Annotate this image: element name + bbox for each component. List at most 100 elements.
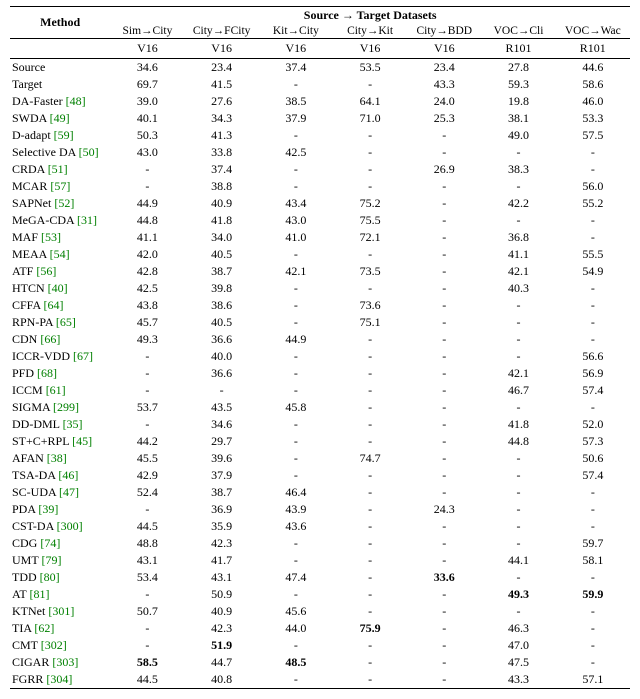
value-cell: 57.4 bbox=[556, 467, 630, 484]
table-row: Target69.741.5--43.359.358.6 bbox=[10, 76, 630, 93]
value-cell: 37.4 bbox=[259, 59, 333, 77]
value-cell: 46.7 bbox=[481, 382, 555, 399]
method-cell: ICCR-VDD [67] bbox=[10, 348, 110, 365]
table-row: SIGMA [299]53.743.545.8---- bbox=[10, 399, 630, 416]
citation: [39] bbox=[38, 502, 58, 516]
method-name: D-adapt bbox=[12, 128, 51, 142]
value-cell: 46.0 bbox=[556, 93, 630, 110]
value-cell: - bbox=[333, 535, 407, 552]
col-header: City→FCity bbox=[185, 24, 259, 39]
value-cell: - bbox=[259, 246, 333, 263]
value-cell: 19.8 bbox=[481, 93, 555, 110]
table-row: Source34.623.437.453.523.427.844.6 bbox=[10, 59, 630, 77]
method-cell: AT [81] bbox=[10, 586, 110, 603]
value-cell: 27.6 bbox=[185, 93, 259, 110]
value-cell: 37.9 bbox=[185, 467, 259, 484]
value-cell: 45.6 bbox=[259, 603, 333, 620]
arch-blank bbox=[10, 39, 110, 59]
value-cell: 42.0 bbox=[110, 246, 184, 263]
value-cell: 56.9 bbox=[556, 365, 630, 382]
value-cell: 44.5 bbox=[110, 518, 184, 535]
method-cell: ST+C+RPL [45] bbox=[10, 433, 110, 450]
col-header: VOC→Wac bbox=[556, 24, 630, 39]
value-cell: 53.5 bbox=[333, 59, 407, 77]
value-cell: 43.9 bbox=[259, 501, 333, 518]
value-cell: - bbox=[481, 518, 555, 535]
value-cell: 36.6 bbox=[185, 365, 259, 382]
value-cell: - bbox=[110, 178, 184, 195]
value-cell: - bbox=[333, 161, 407, 178]
value-cell: 42.5 bbox=[259, 144, 333, 161]
value-cell: - bbox=[556, 331, 630, 348]
value-cell: 51.9 bbox=[185, 637, 259, 654]
value-cell: 24.3 bbox=[407, 501, 481, 518]
value-cell: 44.6 bbox=[556, 59, 630, 77]
arch-cell: V16 bbox=[407, 39, 481, 59]
value-cell: 59.9 bbox=[556, 586, 630, 603]
method-cell: RPN-PA [65] bbox=[10, 314, 110, 331]
citation: [79] bbox=[41, 553, 61, 567]
value-cell: 48.8 bbox=[110, 535, 184, 552]
value-cell: - bbox=[259, 314, 333, 331]
value-cell: - bbox=[481, 348, 555, 365]
value-cell: 40.8 bbox=[185, 671, 259, 689]
table-row: MAF [53]41.134.041.072.1-36.8- bbox=[10, 229, 630, 246]
value-cell: 43.3 bbox=[481, 671, 555, 689]
value-cell: - bbox=[407, 552, 481, 569]
value-cell: 42.9 bbox=[110, 467, 184, 484]
value-cell: - bbox=[407, 246, 481, 263]
value-cell: 54.9 bbox=[556, 263, 630, 280]
arch-cell: V16 bbox=[185, 39, 259, 59]
value-cell: 42.1 bbox=[481, 263, 555, 280]
value-cell: 40.9 bbox=[185, 603, 259, 620]
value-cell: 64.1 bbox=[333, 93, 407, 110]
method-cell: CDG [74] bbox=[10, 535, 110, 552]
method-cell: Source bbox=[10, 59, 110, 77]
value-cell: - bbox=[556, 654, 630, 671]
method-name: UMT bbox=[12, 553, 38, 567]
table-row: MEAA [54]42.040.5---41.155.5 bbox=[10, 246, 630, 263]
method-name: Selective DA bbox=[12, 145, 76, 159]
method-name: AFAN bbox=[12, 451, 44, 465]
value-cell: - bbox=[110, 382, 184, 399]
citation: [50] bbox=[79, 145, 99, 159]
value-cell: 23.4 bbox=[185, 59, 259, 77]
table-row: MeGA-CDA [31]44.841.843.075.5--- bbox=[10, 212, 630, 229]
value-cell: - bbox=[259, 552, 333, 569]
value-cell: - bbox=[333, 331, 407, 348]
table-row: HTCN [40]42.539.8---40.3- bbox=[10, 280, 630, 297]
method-name: SC-UDA bbox=[12, 485, 56, 499]
value-cell: 40.1 bbox=[110, 110, 184, 127]
value-cell: 75.1 bbox=[333, 314, 407, 331]
value-cell: - bbox=[259, 348, 333, 365]
method-name: CDG bbox=[12, 536, 37, 550]
value-cell: 43.1 bbox=[185, 569, 259, 586]
value-cell: - bbox=[556, 620, 630, 637]
method-cell: CMT [302] bbox=[10, 637, 110, 654]
value-cell: - bbox=[333, 144, 407, 161]
method-name: TDD bbox=[12, 570, 37, 584]
col-header: Kit→City bbox=[259, 24, 333, 39]
arch-cell: R101 bbox=[481, 39, 555, 59]
method-cell: DA-Faster [48] bbox=[10, 93, 110, 110]
table-row: KTNet [301]50.740.945.6---- bbox=[10, 603, 630, 620]
arch-cell: R101 bbox=[556, 39, 630, 59]
citation: [51] bbox=[48, 162, 68, 176]
value-cell: 75.5 bbox=[333, 212, 407, 229]
value-cell: - bbox=[259, 671, 333, 689]
value-cell: 41.1 bbox=[110, 229, 184, 246]
value-cell: 43.5 bbox=[185, 399, 259, 416]
value-cell: 69.7 bbox=[110, 76, 184, 93]
value-cell: 44.8 bbox=[110, 212, 184, 229]
citation: [74] bbox=[40, 536, 60, 550]
value-cell: - bbox=[110, 637, 184, 654]
value-cell: - bbox=[556, 144, 630, 161]
value-cell: 49.3 bbox=[481, 586, 555, 603]
citation: [66] bbox=[40, 332, 60, 346]
value-cell: - bbox=[556, 603, 630, 620]
value-cell: - bbox=[333, 178, 407, 195]
value-cell: - bbox=[481, 331, 555, 348]
value-cell: 42.3 bbox=[185, 620, 259, 637]
value-cell: 50.9 bbox=[185, 586, 259, 603]
value-cell: 38.6 bbox=[185, 297, 259, 314]
